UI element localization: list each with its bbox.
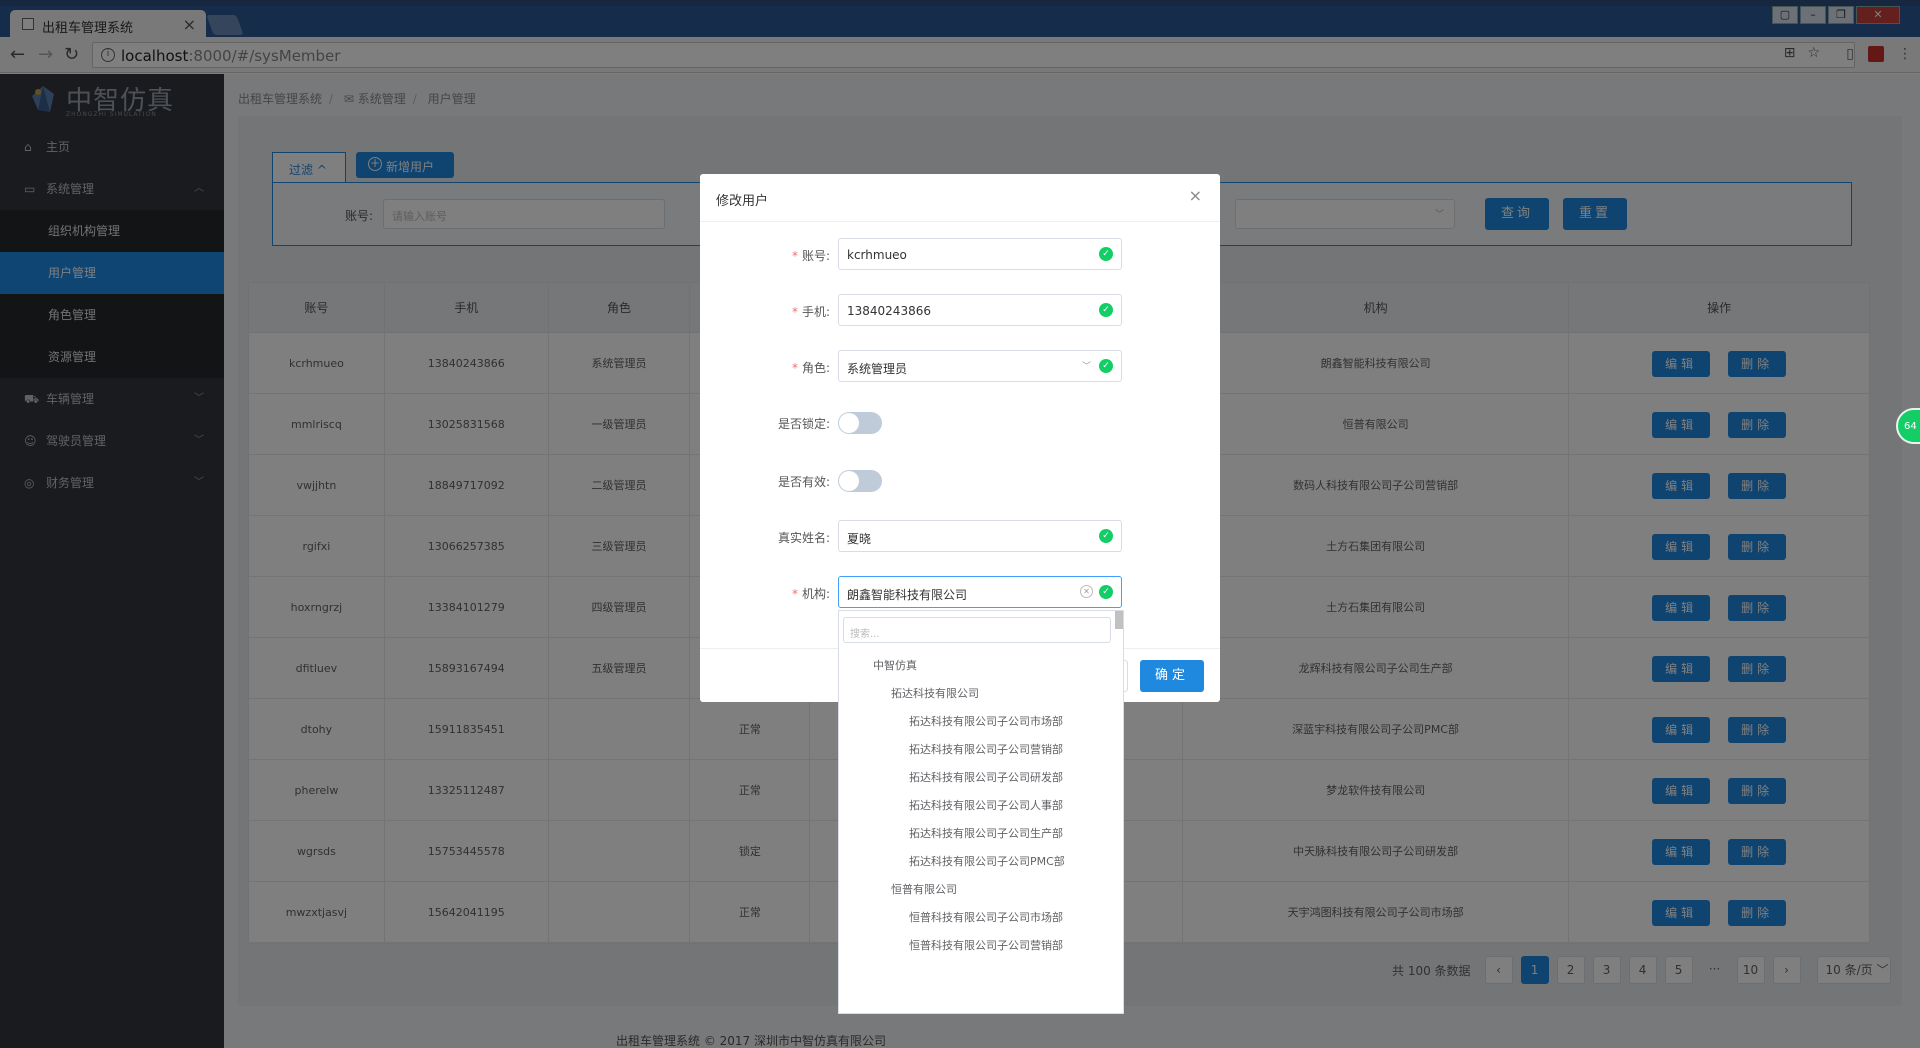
check-circle-icon: ✓ [1099, 529, 1113, 543]
check-circle-icon: ✓ [1099, 247, 1113, 261]
valid-switch[interactable] [838, 470, 882, 492]
account-row: * 账号: kcrhmueo ✓ [700, 238, 1220, 270]
valid-row: 是否有效: [700, 464, 1220, 496]
clear-icon[interactable]: ✕ [1080, 585, 1093, 598]
switch-knob [839, 471, 859, 491]
dropdown-scrollbar[interactable] [1115, 611, 1123, 629]
chevron-down-icon: ﹀ [1081, 362, 1091, 372]
account-value: kcrhmueo [847, 248, 907, 262]
role-row: * 角色: 系统管理员 ﹀ ✓ [700, 350, 1220, 382]
switch-knob [839, 413, 859, 433]
org-select[interactable]: 朗鑫智能科技有限公司 ✕ ✓ [838, 576, 1122, 608]
locked-label: 是否锁定: [777, 417, 830, 431]
close-icon[interactable]: × [1189, 186, 1202, 205]
locked-switch[interactable] [838, 412, 882, 434]
org-tree-dropdown: 搜索... 中智仿真 拓达科技有限公司 拓达科技有限公司子公司市场部 拓达科技有限公司… [838, 610, 1124, 1014]
account-label: * 账号: [791, 249, 830, 263]
role-label: * 角色: [791, 361, 830, 375]
realname-field[interactable]: 夏晓 ✓ [838, 520, 1122, 552]
account-field[interactable]: kcrhmueo ✓ [838, 238, 1122, 270]
check-circle-icon: ✓ [1099, 585, 1113, 599]
valid-label: 是否有效: [777, 475, 830, 489]
realname-row: 真实姓名: 夏晓 ✓ [700, 520, 1220, 552]
role-select[interactable]: 系统管理员 ﹀ ✓ [838, 350, 1122, 382]
phone-value: 13840243866 [847, 304, 931, 318]
check-circle-icon: ✓ [1099, 359, 1113, 373]
realname-label: 真实姓名: [777, 531, 830, 545]
org-label: * 机构: [791, 587, 830, 601]
tree-node[interactable]: 恒普科技有限公司子公司营销部 [839, 929, 1063, 963]
locked-row: 是否锁定: [700, 406, 1220, 438]
tree-search-input[interactable]: 搜索... [843, 617, 1111, 643]
realname-value: 夏晓 [847, 532, 872, 546]
org-row: * 机构: 朗鑫智能科技有限公司 ✕ ✓ [700, 576, 1220, 608]
phone-label: * 手机: [791, 305, 830, 319]
role-value: 系统管理员 [847, 362, 908, 376]
check-circle-icon: ✓ [1099, 303, 1113, 317]
phone-row: * 手机: 13840243866 ✓ [700, 294, 1220, 326]
org-value: 朗鑫智能科技有限公司 [847, 588, 968, 602]
dialog-title: 修改用户 [700, 174, 1220, 222]
phone-field[interactable]: 13840243866 ✓ [838, 294, 1122, 326]
confirm-button[interactable]: 确定 [1140, 660, 1204, 692]
